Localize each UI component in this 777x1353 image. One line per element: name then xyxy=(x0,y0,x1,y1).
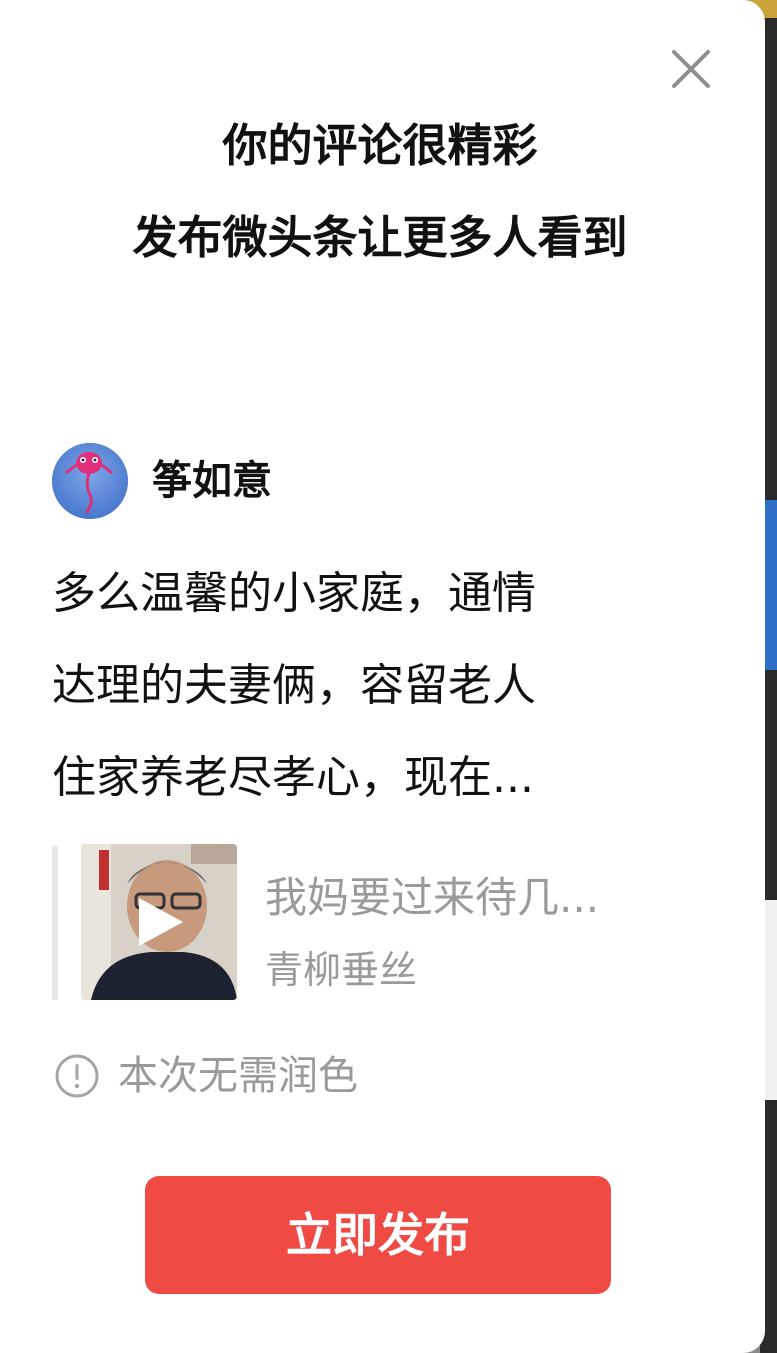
notice-text: 本次无需润色 xyxy=(118,1053,358,1099)
author-name[interactable]: 筝如意 xyxy=(152,455,272,507)
close-icon xyxy=(672,50,710,88)
close-button[interactable] xyxy=(666,44,716,94)
modal-title-line2: 发布微头条让更多人看到 xyxy=(132,211,628,264)
comment-line: 达理的夫妻俩，容留老人 xyxy=(52,660,536,711)
reference-title[interactable]: 我妈要过来待几... xyxy=(265,870,599,926)
comment-line: 住家养老尽孝心，现在... xyxy=(52,752,534,803)
comment-line: 多么温馨的小家庭，通情 xyxy=(52,568,536,619)
quote-bar xyxy=(52,846,58,1000)
modal-title: 你的评论很精彩 发布微头条让更多人看到 xyxy=(55,100,705,284)
video-thumbnail[interactable] xyxy=(81,844,237,1000)
kite-avatar-image xyxy=(52,443,128,519)
reference-author: 青柳垂丝 xyxy=(265,948,418,992)
avatar[interactable] xyxy=(52,443,128,519)
play-icon xyxy=(139,898,183,946)
info-icon xyxy=(55,1054,99,1098)
comment-text: 多么温馨的小家庭，通情 达理的夫妻俩，容留老人 住家养老尽孝心，现在... xyxy=(52,548,662,824)
publish-modal: 你的评论很精彩 发布微头条让更多人看到 筝如意 多么温馨的小家庭，通情 达理的夫… xyxy=(0,0,765,1353)
publish-button[interactable]: 立即发布 xyxy=(145,1176,611,1294)
modal-title-line1: 你的评论很精彩 xyxy=(222,119,538,172)
